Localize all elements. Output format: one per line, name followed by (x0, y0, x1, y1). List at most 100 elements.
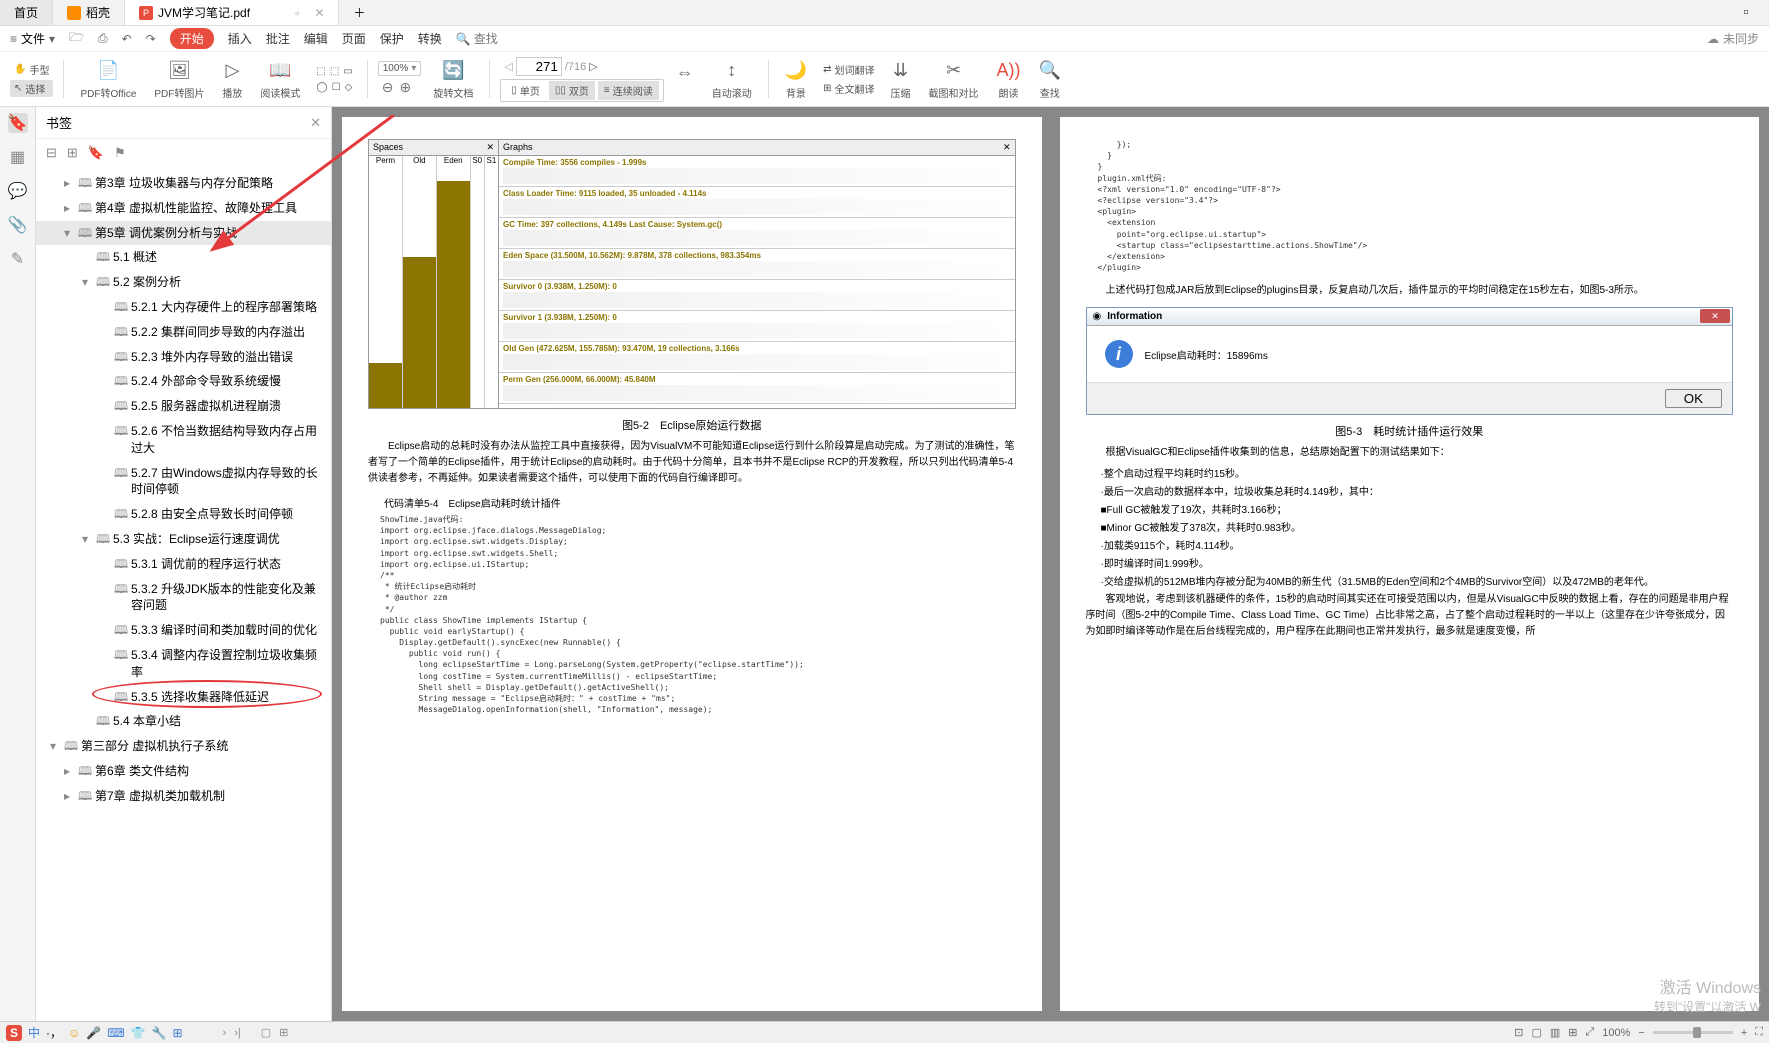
ime-grid-icon[interactable]: ⊞ (172, 1026, 182, 1040)
sb-view3-icon[interactable]: ▥ (1550, 1026, 1560, 1039)
sb-view1-icon[interactable]: ⊡ (1514, 1026, 1523, 1039)
word-translate-button[interactable]: ⇄划词翻译 (819, 61, 878, 78)
zoom-out-icon[interactable]: ⊖ (382, 79, 394, 96)
tab-close-icon[interactable]: ✕ (314, 6, 324, 20)
menu-edit[interactable]: 编辑 (304, 30, 328, 47)
menu-annotate[interactable]: 批注 (266, 30, 290, 47)
tab-home[interactable]: 首页 (0, 0, 53, 25)
comment-panel-icon[interactable]: 💬 (8, 181, 28, 201)
ime-skin-icon[interactable]: 👕 (131, 1026, 146, 1040)
page-next-icon[interactable]: ▷ (589, 60, 597, 73)
ime-mic-icon[interactable]: 🎤 (86, 1026, 101, 1040)
crop-button[interactable]: ✂截图和对比 (923, 59, 985, 100)
bm-add-icon[interactable]: 🔖 (88, 145, 104, 161)
ime-punct-icon[interactable]: ·， (46, 1024, 62, 1041)
sb-fit-icon[interactable]: ⤢ (1585, 1026, 1594, 1039)
window-restore-icon[interactable]: ▫ (1723, 0, 1769, 26)
menu-page[interactable]: 页面 (342, 30, 366, 47)
sogou-icon[interactable]: S (6, 1025, 22, 1041)
bookmark-item[interactable]: ▸🕮第6章 类文件结构 (36, 759, 331, 784)
bookmark-item[interactable]: 🕮5.2.6 不恰当数据结构导致内存占用过大 (36, 419, 331, 461)
auto-scroll-button[interactable]: ↕自动滚动 (706, 59, 758, 100)
ime-kb-icon[interactable]: ⌨ (107, 1026, 124, 1040)
menu-convert[interactable]: 转换 (418, 30, 442, 47)
bookmark-item[interactable]: ▾🕮5.2 案例分析 (36, 270, 331, 295)
bookmark-item[interactable]: 🕮5.3.4 调整内存设置控制垃圾收集频率 (36, 643, 331, 685)
bookmark-panel-icon[interactable]: 🔖 (8, 113, 28, 133)
bookmark-item[interactable]: ▾🕮第5章 调优案例分析与实战 (36, 221, 331, 246)
read-mode-button[interactable]: 📖阅读模式 (254, 59, 306, 100)
ime-tool-icon[interactable]: 🔧 (152, 1026, 167, 1040)
sb-view2-icon[interactable]: ▢ (1531, 1026, 1541, 1039)
bm-expand-icon[interactable]: ⊞ (67, 145, 78, 161)
bookmark-item-circled[interactable]: ▾🕮5.3 实战：Eclipse运行速度调优 (36, 527, 331, 552)
marquee-icon[interactable]: ⬚ (316, 66, 325, 77)
open-icon[interactable]: 🗁 (69, 28, 84, 49)
start-tab[interactable]: 开始 (170, 28, 214, 49)
bookmark-item[interactable]: 🕮5.3.2 升级JDK版本的性能变化及兼容问题 (36, 577, 331, 619)
bookmark-item[interactable]: ▸🕮第7章 虚拟机类加载机制 (36, 784, 331, 809)
bookmark-item[interactable]: 🕮5.2.3 堆外内存导致的溢出错误 (36, 345, 331, 370)
poly-icon[interactable]: ◇ (345, 82, 353, 93)
marquee2-icon[interactable]: ⬚ (330, 66, 339, 77)
ime-lang[interactable]: 中 (28, 1024, 40, 1041)
sb-view4-icon[interactable]: ⊞ (1568, 1026, 1577, 1039)
tab-new[interactable]: ＋ (339, 0, 379, 25)
read-aloud-button[interactable]: A))朗读 (991, 59, 1027, 100)
redo-icon[interactable]: ↷ (146, 32, 156, 46)
bookmark-item[interactable]: 🕮5.4 本章小结 (36, 709, 331, 734)
bm-collapse-icon[interactable]: ⊟ (46, 145, 57, 161)
bookmark-item[interactable]: 🕮5.2.4 外部命令导致系统缓慢 (36, 369, 331, 394)
zoom-in-icon[interactable]: ⊕ (399, 79, 411, 96)
bookmark-item[interactable]: 🕮5.2.5 服务器虚拟机进程崩溃 (36, 394, 331, 419)
sync-status[interactable]: ☁未同步 (1707, 30, 1759, 47)
menu-protect[interactable]: 保护 (380, 30, 404, 47)
circle-icon[interactable]: ◯ (316, 82, 327, 93)
square-icon[interactable]: ☐ (332, 82, 341, 93)
sb-layout-icon[interactable]: ⊞ (279, 1026, 288, 1039)
bookmark-item[interactable]: 🕮5.2.7 由Windows虚拟内存导致的长时间停顿 (36, 461, 331, 503)
nav-end-icon[interactable]: ›| (234, 1027, 241, 1039)
fit-button[interactable]: ⇔ (670, 61, 700, 98)
thumbnail-panel-icon[interactable]: ▦ (8, 147, 28, 167)
bookmark-item[interactable]: ▾🕮第三部分 虚拟机执行子系统 (36, 734, 331, 759)
undo-icon[interactable]: ↶ (122, 32, 132, 46)
single-page-button[interactable]: ▯ 单页 (505, 81, 546, 100)
sb-zoom-out-icon[interactable]: − (1638, 1027, 1644, 1039)
print-icon[interactable]: ⎙ (98, 31, 108, 46)
bookmark-item[interactable]: ▸🕮第3章 垃圾收集器与内存分配策略 (36, 171, 331, 196)
pdf-to-office-button[interactable]: 📄PDF转Office (74, 59, 142, 100)
tab-daoke[interactable]: 稻壳 (53, 0, 125, 25)
edit-panel-icon[interactable]: ✎ (8, 249, 28, 269)
rect-icon[interactable]: ▭ (343, 66, 352, 77)
bookmark-item[interactable]: 🕮5.1 概述 (36, 245, 331, 270)
find-button[interactable]: 🔍查找 (1033, 59, 1067, 100)
full-translate-button[interactable]: ⊞全文翻译 (819, 80, 878, 97)
page-input[interactable] (516, 57, 562, 76)
sb-expand-icon[interactable]: ⛶ (1755, 1026, 1763, 1039)
double-page-button[interactable]: ▯▯ 双页 (549, 81, 595, 100)
page-first-icon[interactable]: ◁ (504, 60, 512, 73)
select-tool[interactable]: ↖选择 (10, 80, 53, 97)
background-button[interactable]: 🌙背景 (779, 59, 813, 100)
menu-insert[interactable]: 插入 (228, 30, 252, 47)
bookmark-item[interactable]: 🕮5.2.8 由安全点导致长时间停顿 (36, 502, 331, 527)
pdf-to-image-button[interactable]: 🖼PDF转图片 (148, 59, 210, 100)
sb-page-icon[interactable]: ▢ (261, 1026, 271, 1039)
sb-zoom-in-icon[interactable]: + (1741, 1027, 1747, 1039)
tab-document[interactable]: PJVM学习笔记.pdf▫✕ (125, 0, 339, 25)
hand-tool[interactable]: ✋手型 (10, 61, 53, 78)
nav-start-icon[interactable]: › (223, 1027, 227, 1039)
ime-emoji-icon[interactable]: ☺ (68, 1026, 80, 1040)
bookmark-item[interactable]: 🕮5.2.2 集群间同步导致的内存溢出 (36, 320, 331, 345)
continuous-button[interactable]: ≡ 连续阅读 (598, 81, 659, 100)
bookmark-item[interactable]: 🕮5.3.1 调优前的程序运行状态 (36, 552, 331, 577)
document-viewport[interactable]: Spaces✕ Perm Old Eden S0 S1 Graphs✕ Comp… (332, 107, 1769, 1021)
compress-button[interactable]: ⇊压缩 (885, 59, 917, 100)
rotate-button[interactable]: 🔄旋转文档 (427, 59, 479, 100)
bookmark-item[interactable]: 🕮5.3.5 选择收集器降低延迟 (36, 685, 331, 710)
bookmark-tree[interactable]: ▸🕮第3章 垃圾收集器与内存分配策略▸🕮第4章 虚拟机性能监控、故障处理工具▾🕮… (36, 167, 331, 1021)
bookmark-item[interactable]: ▸🕮第4章 虚拟机性能监控、故障处理工具 (36, 196, 331, 221)
play-button[interactable]: ▷播放 (216, 59, 248, 100)
zoom-slider[interactable] (1653, 1031, 1733, 1034)
